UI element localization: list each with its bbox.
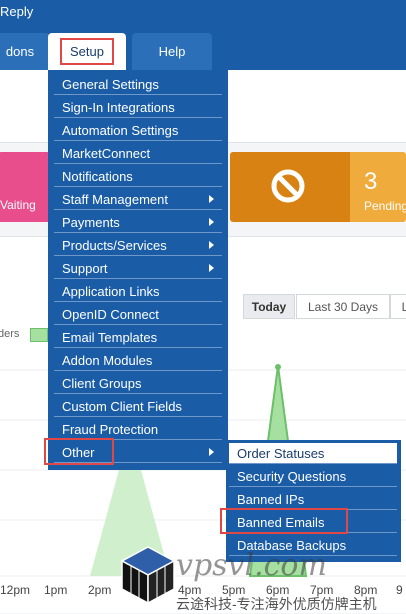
menu-item-label: Sign-In Integrations (62, 99, 175, 115)
tab-help[interactable]: Help (132, 33, 212, 70)
tab-help-label: Help (158, 44, 186, 59)
x-axis-label: 1pm (44, 583, 68, 597)
submenu-arrow-icon (209, 195, 214, 203)
menu-item-email-templates[interactable]: Email Templates (54, 327, 222, 348)
menu-item-label: MarketConnect (62, 145, 151, 161)
ban-icon (271, 169, 305, 203)
menu-item-label: Email Templates (62, 329, 158, 345)
menu-item-label: OpenID Connect (62, 306, 159, 322)
stat-card-waiting[interactable]: Vaiting (0, 152, 50, 222)
menu-item-notifications[interactable]: Notifications (54, 166, 222, 187)
menu-item-label: Automation Settings (62, 122, 179, 138)
menu-item-general-settings[interactable]: General Settings (54, 74, 222, 95)
submenu-item-banned-emails[interactable]: Banned Emails (229, 512, 397, 533)
menu-item-label: Payments (62, 214, 120, 230)
tab-addons-label: dons (5, 44, 35, 59)
x-axis-label: 2pm (88, 583, 112, 597)
period-more-button[interactable]: L (390, 294, 406, 319)
menu-item-addon-modules[interactable]: Addon Modules (54, 350, 222, 371)
submenu-item-security-questions[interactable]: Security Questions (229, 466, 397, 487)
menu-item-other[interactable]: Other (54, 442, 222, 463)
pending-count: 3 (364, 168, 378, 195)
menu-item-label: Fraud Protection (62, 421, 159, 437)
period-today-button[interactable]: Today (243, 294, 295, 319)
reply-link[interactable]: Reply (0, 4, 33, 19)
submenu-item-banned-ips[interactable]: Banned IPs (229, 489, 397, 510)
submenu-item-order-statuses[interactable]: Order Statuses (229, 443, 397, 464)
x-axis-label: 12pm (0, 583, 31, 597)
menu-item-fraud-protection[interactable]: Fraud Protection (54, 419, 222, 440)
menu-item-sign-in-integrations[interactable]: Sign-In Integrations (54, 97, 222, 118)
menu-item-client-groups[interactable]: Client Groups (54, 373, 222, 394)
submenu-arrow-icon (209, 218, 214, 226)
menu-item-support[interactable]: Support (54, 258, 222, 279)
tab-setup[interactable]: Setup (48, 33, 126, 70)
stat-card-waiting-label: Vaiting (0, 198, 36, 212)
pending-label: Pending (364, 199, 406, 213)
period-30-days-button[interactable]: Last 30 Days (296, 294, 390, 319)
menu-item-label: Addon Modules (62, 352, 153, 368)
submenu-arrow-icon (209, 241, 214, 249)
menu-item-label: General Settings (62, 76, 159, 92)
menu-item-label: Notifications (62, 168, 133, 184)
menu-item-custom-client-fields[interactable]: Custom Client Fields (54, 396, 222, 417)
menu-item-label: Support (62, 260, 108, 276)
stat-card-cancel-icon-panel[interactable] (230, 152, 350, 222)
tab-setup-label: Setup (60, 38, 114, 65)
watermark-site-text: vpsvl.com (176, 548, 327, 583)
menu-item-openid-connect[interactable]: OpenID Connect (54, 304, 222, 325)
menu-item-label: Staff Management (62, 191, 168, 207)
legend-orders-label: ders (0, 328, 20, 340)
watermark-cube-logo (120, 546, 176, 605)
watermark-tagline: 云途科技-专注海外优质仿牌主机 (176, 596, 377, 612)
menu-item-staff-management[interactable]: Staff Management (54, 189, 222, 210)
menu-item-label: Client Groups (62, 375, 142, 391)
menu-item-products-services[interactable]: Products/Services (54, 235, 222, 256)
submenu-arrow-icon (209, 264, 214, 272)
menu-item-marketconnect[interactable]: MarketConnect (54, 143, 222, 164)
tab-addons[interactable]: dons (0, 33, 50, 70)
submenu-arrow-icon (209, 448, 214, 456)
x-axis-label: 9 (396, 583, 403, 597)
stat-card-pending[interactable]: 3 Pending (350, 152, 406, 222)
menu-item-label: Custom Client Fields (62, 398, 182, 414)
menu-item-label: Application Links (62, 283, 160, 299)
menu-item-application-links[interactable]: Application Links (54, 281, 222, 302)
menu-item-payments[interactable]: Payments (54, 212, 222, 233)
menu-item-label: Other (62, 444, 95, 460)
menu-item-automation-settings[interactable]: Automation Settings (54, 120, 222, 141)
menu-item-label: Products/Services (62, 237, 167, 253)
chart-peak-point (275, 364, 281, 370)
